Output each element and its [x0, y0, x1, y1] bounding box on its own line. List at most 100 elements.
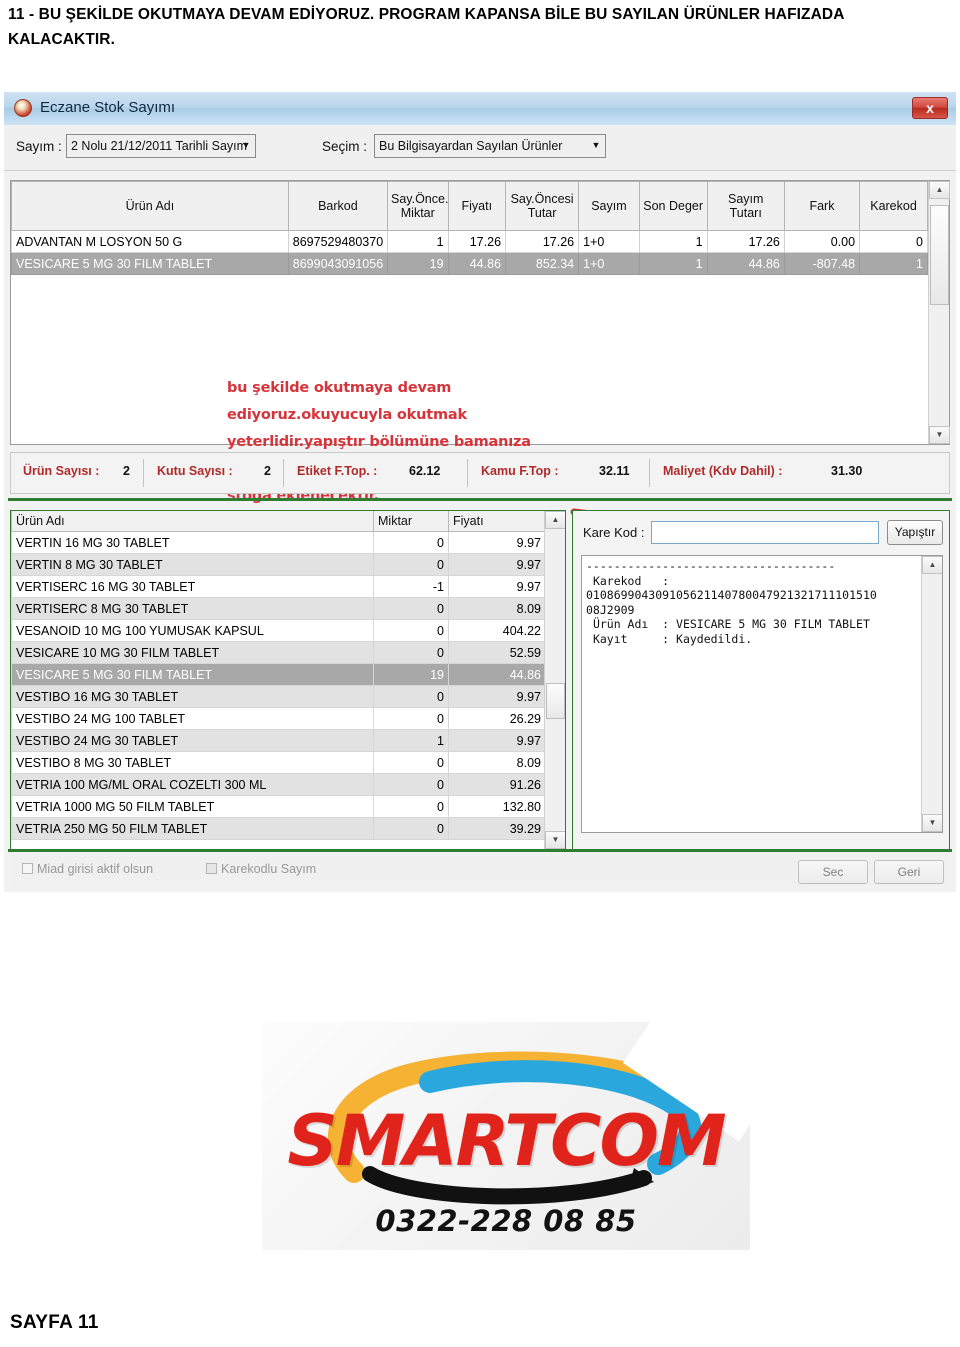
scrollbar-thumb[interactable] [930, 205, 949, 305]
cell-sayim: 1+0 [578, 230, 640, 253]
col-sayim-tutari[interactable]: Sayım Tutarı [706, 181, 785, 231]
counted-products-table: Ürün Adı Barkod Say.Önce. Miktar Fiyatı … [11, 181, 928, 275]
col-son-deger[interactable]: Son Deger [638, 181, 708, 231]
cell-sayim-tutari: 44.86 [706, 252, 785, 275]
list-cell-fiyati: 9.97 [448, 685, 546, 708]
list-cell-fiyati: 9.97 [448, 553, 546, 576]
cell-barkod: 8697529480370 [287, 230, 389, 253]
list-cell-urun-adi: VETRIA 250 MG 50 FILM TABLET [11, 817, 374, 840]
table-header-row: Ürün Adı Barkod Say.Önce. Miktar Fiyatı … [11, 181, 928, 231]
list-cell-miktar: 0 [373, 817, 449, 840]
col-barkod[interactable]: Barkod [287, 181, 389, 231]
list-item[interactable]: VERTIN 8 MG 30 TABLET 0 9.97 [11, 553, 546, 576]
col-list-fiyati[interactable]: Fiyatı [448, 511, 546, 532]
chevron-down-icon-secim[interactable]: ▼ [586, 134, 606, 158]
col-sayim[interactable]: Sayım [578, 181, 640, 231]
list-cell-urun-adi: VERTISERC 16 MG 30 TABLET [11, 575, 374, 598]
scroll-down-icon[interactable]: ▼ [545, 831, 565, 849]
scroll-up-icon[interactable]: ▲ [922, 556, 942, 574]
col-say-once-miktar[interactable]: Say.Önce. Miktar [387, 181, 449, 231]
list-item[interactable]: VERTIN 16 MG 30 TABLET 0 9.97 [11, 531, 546, 554]
list-item[interactable]: VERTISERC 8 MG 30 TABLET 0 8.09 [11, 597, 546, 620]
secim-select[interactable]: Bu Bilgisayardan Sayılan Ürünler [374, 134, 606, 158]
list-item[interactable]: VETRIA 250 MG 50 FILM TABLET 0 39.29 [11, 817, 546, 840]
kare-kod-input[interactable] [651, 521, 879, 544]
list-cell-miktar: 0 [373, 751, 449, 774]
summary-label-urun-sayisi: Ürün Sayısı : [23, 464, 100, 478]
col-list-urun-adi[interactable]: Ürün Adı [11, 511, 374, 532]
app-icon [14, 99, 32, 117]
sec-button[interactable]: Sec [798, 860, 868, 884]
list-cell-fiyati: 39.29 [448, 817, 546, 840]
cell-sayim-tutari: 17.26 [706, 230, 785, 253]
col-urun-adi[interactable]: Ürün Adı [11, 181, 289, 231]
scroll-up-icon[interactable]: ▲ [545, 511, 565, 529]
list-cell-urun-adi: VETRIA 1000 MG 50 FILM TABLET [11, 795, 374, 818]
list-cell-urun-adi: VESTIBO 16 MG 30 TABLET [11, 685, 374, 708]
list-item[interactable]: VESICARE 10 MG 30 FILM TABLET 0 52.59 [11, 641, 546, 664]
cell-say-oncesi-tutar: 17.26 [505, 230, 580, 253]
divider [143, 459, 144, 487]
cell-son-deger: 1 [638, 252, 708, 275]
close-icon[interactable]: x [912, 97, 948, 119]
col-fiyati[interactable]: Fiyatı [447, 181, 507, 231]
smartcom-logo: SMARTCOM 0322-228 08 85 [262, 1022, 750, 1250]
cell-fiyati: 44.86 [447, 252, 507, 275]
karekod-log-text: ------------------------------------ Kar… [586, 559, 877, 646]
list-cell-miktar: 0 [373, 553, 449, 576]
col-fark[interactable]: Fark [783, 181, 861, 231]
list-item[interactable]: VETRIA 100 MG/ML ORAL COZELTI 300 ML 0 91.… [11, 773, 546, 796]
geri-button[interactable]: Geri [874, 860, 944, 884]
list-cell-miktar: 0 [373, 773, 449, 796]
summary-value-maliyet: 31.30 [831, 464, 863, 478]
list-cell-urun-adi: VESTIBO 24 MG 30 TABLET [11, 729, 374, 752]
list-cell-fiyati: 91.26 [448, 773, 546, 796]
cell-karekod: 1 [859, 252, 928, 275]
chevron-down-icon-sayim[interactable]: ▼ [236, 134, 256, 158]
list-item[interactable]: VETRIA 1000 MG 50 FILM TABLET 0 132.80 [11, 795, 546, 818]
table-row[interactable]: ADVANTAN M LOSYON 50 G 8697529480370 1 1… [11, 230, 928, 253]
miad-girisi-checkbox[interactable]: Miad girisi aktif olsun [22, 862, 153, 876]
summary-label-kamu-ftop: Kamu F.Top : [481, 464, 559, 478]
log-vertical-scrollbar[interactable]: ▲ ▼ [921, 556, 942, 832]
list-cell-fiyati: 9.97 [448, 729, 546, 752]
karekod-log-box[interactable]: ------------------------------------ Kar… [581, 555, 943, 833]
list-cell-fiyati: 8.09 [448, 597, 546, 620]
col-karekod[interactable]: Karekod [859, 181, 928, 231]
col-say-oncesi-tutar[interactable]: Say.Öncesi Tutar [505, 181, 580, 231]
product-list-panel: Ürün Adı Miktar Fiyatı VERTIN 16 MG 30 T… [10, 510, 566, 850]
scroll-up-icon[interactable]: ▲ [929, 181, 950, 199]
divider [283, 459, 284, 487]
yapistir-button[interactable]: Yapıştır [887, 520, 943, 545]
col-list-miktar[interactable]: Miktar [373, 511, 449, 532]
list-cell-miktar: -1 [373, 575, 449, 598]
cell-urun-adi: VESICARE 5 MG 30 FILM TABLET [11, 252, 289, 275]
cell-barkod: 8699043091056 [287, 252, 389, 275]
list-item[interactable]: VESTIBO 16 MG 30 TABLET 0 9.97 [11, 685, 546, 708]
list-cell-miktar: 0 [373, 707, 449, 730]
scroll-down-icon[interactable]: ▼ [922, 814, 942, 832]
scrollbar-thumb[interactable] [546, 683, 565, 719]
scroll-down-icon[interactable]: ▼ [929, 426, 950, 444]
sayim-select[interactable]: 2 Nolu 21/12/2011 Tarihli Sayım [66, 134, 256, 158]
karekodlu-sayim-checkbox[interactable]: Karekodlu Sayım [206, 862, 316, 876]
list-cell-miktar: 0 [373, 795, 449, 818]
list-cell-fiyati: 9.97 [448, 575, 546, 598]
list-cell-fiyati: 8.09 [448, 751, 546, 774]
list-item[interactable]: VERTISERC 16 MG 30 TABLET -1 9.97 [11, 575, 546, 598]
list-cell-miktar: 0 [373, 531, 449, 554]
list-item[interactable]: VESTIBO 24 MG 100 TABLET 0 26.29 [11, 707, 546, 730]
grid-vertical-scrollbar[interactable]: ▲ ▼ [928, 181, 950, 444]
cell-say-once-miktar: 19 [387, 252, 449, 275]
list-vertical-scrollbar[interactable]: ▲ ▼ [544, 511, 565, 849]
summary-label-kutu-sayisi: Kutu Sayısı : [157, 464, 233, 478]
table-row[interactable]: VESICARE 5 MG 30 FILM TABLET 86990430910… [11, 252, 928, 275]
list-cell-urun-adi: VESTIBO 24 MG 100 TABLET [11, 707, 374, 730]
list-item[interactable]: VESTIBO 8 MG 30 TABLET 0 8.09 [11, 751, 546, 774]
cell-fark: 0.00 [783, 230, 861, 253]
list-item[interactable]: VESICARE 5 MG 30 FILM TABLET 19 44.86 [11, 663, 546, 686]
list-item[interactable]: VESTIBO 24 MG 30 TABLET 1 9.97 [11, 729, 546, 752]
list-item[interactable]: VESANOID 10 MG 100 YUMUSAK KAPSUL 0 404.22 [11, 619, 546, 642]
summary-value-urun-sayisi: 2 [123, 464, 130, 478]
list-cell-fiyati: 9.97 [448, 531, 546, 554]
